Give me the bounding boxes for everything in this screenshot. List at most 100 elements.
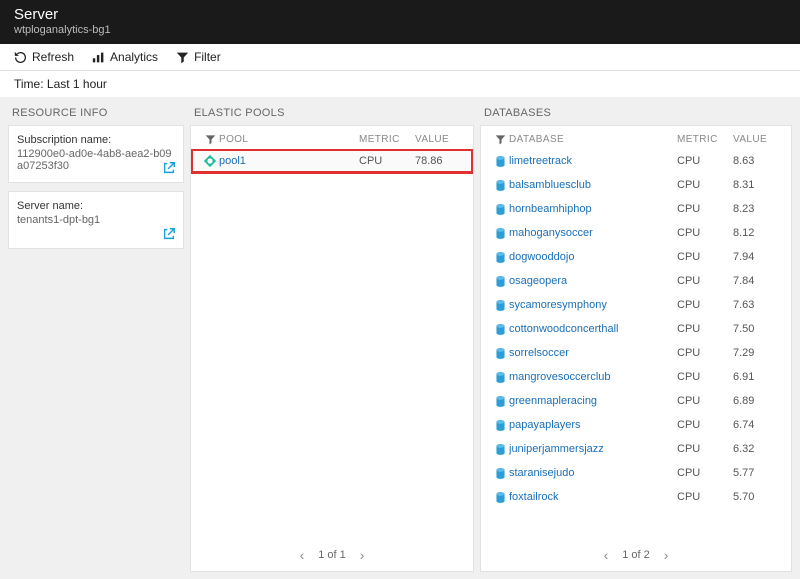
databases-body: limetreetrackCPU8.63balsambluesclubCPU8.… <box>481 149 791 539</box>
database-row[interactable]: foxtailrockCPU5.70 <box>481 485 791 509</box>
pools-filter-button[interactable] <box>201 134 219 145</box>
pool-value: 78.86 <box>415 155 463 167</box>
database-metric: CPU <box>677 179 733 191</box>
time-range[interactable]: Time: Last 1 hour <box>0 71 800 97</box>
database-icon <box>491 371 509 384</box>
database-value: 6.89 <box>733 395 781 407</box>
pools-page-indicator: 1 of 1 <box>318 549 346 561</box>
resource-info-column: RESOURCE INFO Subscription name: 112900e… <box>8 103 184 572</box>
databases-table-header: DATABASE METRIC VALUE <box>481 126 791 149</box>
subscription-label: Subscription name: <box>17 134 175 146</box>
database-icon <box>491 467 509 480</box>
database-metric: CPU <box>677 443 733 455</box>
database-icon <box>491 179 509 192</box>
analytics-label: Analytics <box>110 50 158 64</box>
database-icon <box>491 443 509 456</box>
open-server-button[interactable] <box>161 226 177 242</box>
databases-page-indicator: 1 of 2 <box>622 549 650 561</box>
database-row[interactable]: hornbeamhiphopCPU8.23 <box>481 197 791 221</box>
refresh-button[interactable]: Refresh <box>14 50 74 64</box>
filter-button[interactable]: Filter <box>176 50 221 64</box>
database-value: 8.23 <box>733 203 781 215</box>
pools-body: pool1CPU78.86 <box>191 149 473 539</box>
server-card: Server name: tenants1-dpt-bg1 <box>8 191 184 249</box>
databases-prev-button[interactable]: ‹ <box>604 547 609 563</box>
database-metric: CPU <box>677 323 733 335</box>
database-row[interactable]: sorrelsoccerCPU7.29 <box>481 341 791 365</box>
pools-next-button[interactable]: › <box>360 547 365 563</box>
subscription-value: 112900e0-ad0e-4ab8-aea2-b09a07253f30 <box>17 148 175 172</box>
pool-row[interactable]: pool1CPU78.86 <box>191 149 473 173</box>
database-name: hornbeamhiphop <box>509 203 677 215</box>
database-icon <box>491 395 509 408</box>
analytics-button[interactable]: Analytics <box>92 50 158 64</box>
pools-pager: ‹ 1 of 1 › <box>191 539 473 571</box>
database-name: osageopera <box>509 275 677 287</box>
database-name: dogwooddojo <box>509 251 677 263</box>
main-columns: RESOURCE INFO Subscription name: 112900e… <box>0 97 800 572</box>
blade-header: Server wtploganalytics-bg1 <box>0 0 800 44</box>
database-row[interactable]: cottonwoodconcerthallCPU7.50 <box>481 317 791 341</box>
database-icon <box>491 275 509 288</box>
database-row[interactable]: papayaplayersCPU6.74 <box>481 413 791 437</box>
database-value: 5.70 <box>733 491 781 503</box>
databases-panel: DATABASE METRIC VALUE limetreetrackCPU8.… <box>480 125 792 572</box>
database-row[interactable]: limetreetrackCPU8.63 <box>481 149 791 173</box>
database-value: 8.63 <box>733 155 781 167</box>
databases-next-button[interactable]: › <box>664 547 669 563</box>
pools-col-pool: POOL <box>219 134 359 145</box>
pools-col-value: VALUE <box>415 134 463 145</box>
databases-title: DATABASES <box>480 103 792 125</box>
database-row[interactable]: greenmapleracingCPU6.89 <box>481 389 791 413</box>
databases-col-value: VALUE <box>733 134 781 145</box>
database-name: greenmapleracing <box>509 395 677 407</box>
database-name: limetreetrack <box>509 155 677 167</box>
database-value: 8.31 <box>733 179 781 191</box>
database-icon <box>491 323 509 336</box>
database-row[interactable]: juniperjammersjazzCPU6.32 <box>481 437 791 461</box>
database-value: 5.77 <box>733 467 781 479</box>
pools-prev-button[interactable]: ‹ <box>300 547 305 563</box>
database-value: 6.74 <box>733 419 781 431</box>
database-icon <box>491 155 509 168</box>
elastic-pool-icon <box>201 154 219 168</box>
pool-metric: CPU <box>359 155 415 167</box>
open-subscription-button[interactable] <box>161 160 177 176</box>
elastic-pools-panel: POOL METRIC VALUE pool1CPU78.86 ‹ 1 of 1… <box>190 125 474 572</box>
database-name: foxtailrock <box>509 491 677 503</box>
page-title: Server <box>14 6 786 23</box>
database-metric: CPU <box>677 467 733 479</box>
database-value: 7.84 <box>733 275 781 287</box>
resource-info-title: RESOURCE INFO <box>8 103 184 125</box>
database-row[interactable]: mangrovesoccerclubCPU6.91 <box>481 365 791 389</box>
database-row[interactable]: dogwooddojoCPU7.94 <box>481 245 791 269</box>
database-value: 7.94 <box>733 251 781 263</box>
refresh-icon <box>14 51 27 64</box>
database-metric: CPU <box>677 299 733 311</box>
database-icon <box>491 347 509 360</box>
database-row[interactable]: sycamoresymphonyCPU7.63 <box>481 293 791 317</box>
database-name: juniperjammersjazz <box>509 443 677 455</box>
database-row[interactable]: staranisejudoCPU5.77 <box>481 461 791 485</box>
database-icon <box>491 251 509 264</box>
database-icon <box>491 227 509 240</box>
database-name: papayaplayers <box>509 419 677 431</box>
database-row[interactable]: mahoganysoccerCPU8.12 <box>481 221 791 245</box>
external-link-icon <box>162 161 176 175</box>
database-icon <box>491 419 509 432</box>
database-metric: CPU <box>677 203 733 215</box>
database-value: 6.32 <box>733 443 781 455</box>
databases-filter-button[interactable] <box>491 134 509 145</box>
server-label: Server name: <box>17 200 175 212</box>
subscription-card: Subscription name: 112900e0-ad0e-4ab8-ae… <box>8 125 184 183</box>
database-name: sorrelsoccer <box>509 347 677 359</box>
database-metric: CPU <box>677 419 733 431</box>
databases-column: DATABASES DATABASE METRIC VALUE limetree… <box>480 103 792 572</box>
database-value: 7.50 <box>733 323 781 335</box>
database-row[interactable]: osageoperaCPU7.84 <box>481 269 791 293</box>
database-value: 7.29 <box>733 347 781 359</box>
database-row[interactable]: balsambluesclubCPU8.31 <box>481 173 791 197</box>
database-metric: CPU <box>677 251 733 263</box>
external-link-icon <box>162 227 176 241</box>
filter-label: Filter <box>194 50 221 64</box>
